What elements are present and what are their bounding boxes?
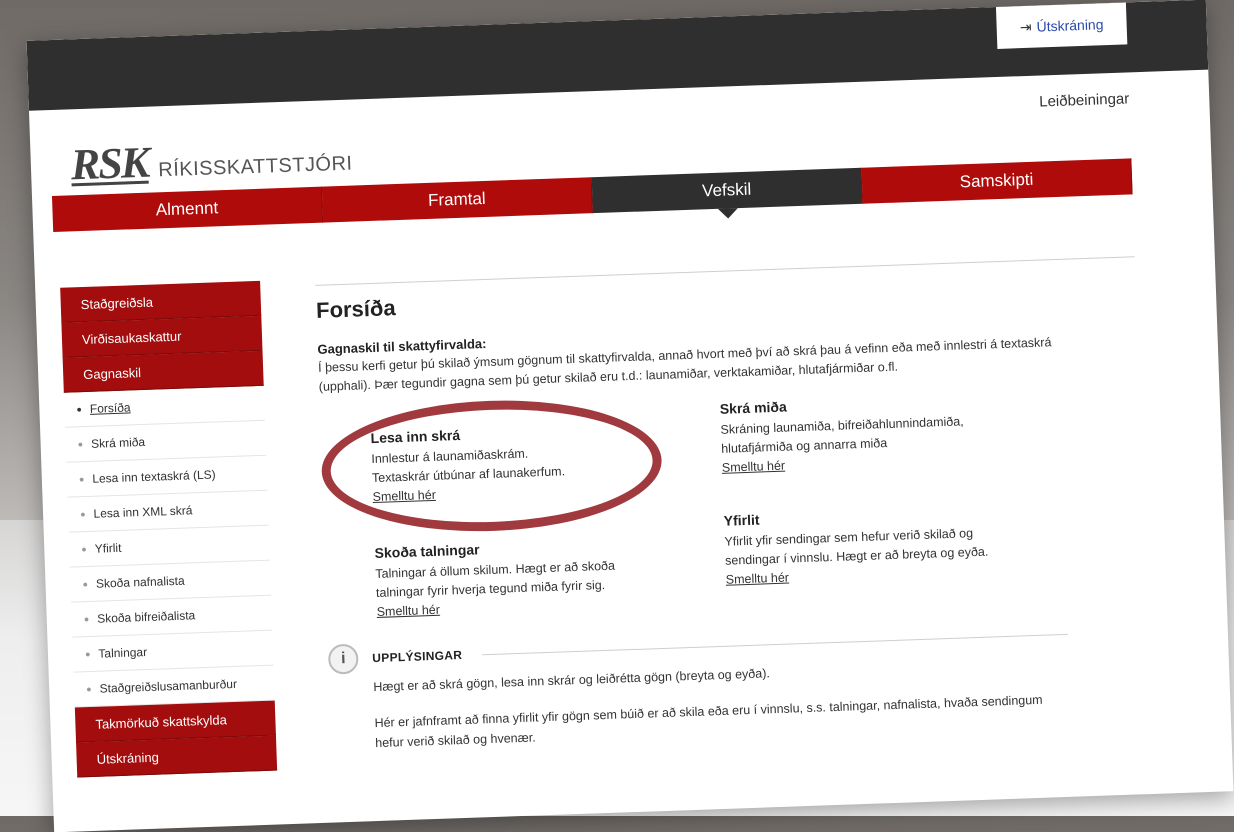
sidebar-link-label: Skoða nafnalista: [95, 573, 185, 591]
card-link-skoda-talningar[interactable]: Smelltu hér: [376, 603, 440, 619]
card-link-skra-mida[interactable]: Smelltu hér: [722, 459, 786, 475]
bullet-icon: ●: [78, 474, 85, 485]
bullet-icon: ●: [84, 648, 91, 660]
logo-abbr: RSK: [70, 137, 149, 190]
bullet-icon: ●: [76, 404, 83, 415]
info-icon: i: [327, 643, 359, 675]
info-title: UPPLÝSINGAR: [372, 648, 463, 666]
logout-label: Útskráning: [1036, 16, 1104, 35]
logo[interactable]: RSK RÍKISSKATTSTJÓRI: [70, 130, 353, 191]
bullet-icon: ●: [79, 509, 86, 520]
nav-tab-framtal[interactable]: Framtal: [321, 177, 593, 223]
sidebar-link-label: Talningar: [98, 645, 148, 661]
sidebar-link-label: Lesa inn textaskrá (LS): [92, 467, 216, 486]
browser-page: ⇥ Útskráning Leiðbeiningar RSK RÍKISSKAT…: [26, 0, 1234, 832]
card-skra-mida: Skrá miða Skráning launamiða, bifreiðahl…: [720, 390, 1042, 477]
info-paragraph: Hér er jafnframt að finna yfirlit yfir g…: [374, 692, 1043, 751]
page-title: Forsíða: [315, 295, 396, 323]
card-yfirlit: Yfirlit Yfirlit yfir sendingar sem hefur…: [723, 502, 1045, 589]
bullet-icon: ●: [77, 439, 84, 450]
divider: [482, 633, 1068, 655]
card-link-yfirlit[interactable]: Smelltu hér: [726, 571, 790, 587]
card-skoda-talningar: Skoða talningar Talningar á öllum skilum…: [374, 534, 696, 621]
info-section: i UPPLÝSINGAR Hægt er að skrá gögn, lesa…: [327, 619, 1072, 771]
bullet-icon: ●: [81, 544, 87, 555]
bullet-icon: ●: [83, 614, 90, 625]
sidebar-link-label: Skoða bifreiðalista: [96, 608, 196, 626]
nav-tab-samskipti[interactable]: Samskipti: [861, 158, 1133, 204]
sidebar-link-label: Lesa inn XML skrá: [93, 503, 193, 521]
main-content: Forsíða Gagnaskil til skattyfirvalda: Í …: [315, 256, 1147, 750]
logo-name: RÍKISSKATTSTJÓRI: [157, 152, 353, 182]
logout-icon: ⇥: [1019, 18, 1032, 35]
sidebar: Staðgreiðsla Virðisaukaskattur Gagnaskil…: [60, 280, 278, 778]
sidebar-link-label: Staðgreiðslusamanburður: [99, 676, 238, 696]
sidebar-link-label: Skrá miða: [90, 434, 146, 451]
sidebar-link-label: Forsíða: [89, 400, 131, 416]
logout-button[interactable]: ⇥ Útskráning: [995, 2, 1128, 49]
sidebar-item-utskraning[interactable]: Útskráning: [76, 735, 278, 778]
highlight-oval: [319, 394, 664, 537]
nav-tab-vefskil[interactable]: Vefskil: [591, 167, 863, 214]
card-grid: Lesa inn skrá Innlestur á launamiðaskrám…: [319, 378, 1147, 656]
bullet-icon: ●: [86, 683, 92, 695]
bullet-icon: ●: [82, 579, 89, 590]
nav-tab-almennt[interactable]: Almennt: [51, 186, 324, 233]
sidebar-link-label: Yfirlit: [94, 540, 122, 556]
help-link[interactable]: Leiðbeiningar: [1039, 90, 1130, 110]
